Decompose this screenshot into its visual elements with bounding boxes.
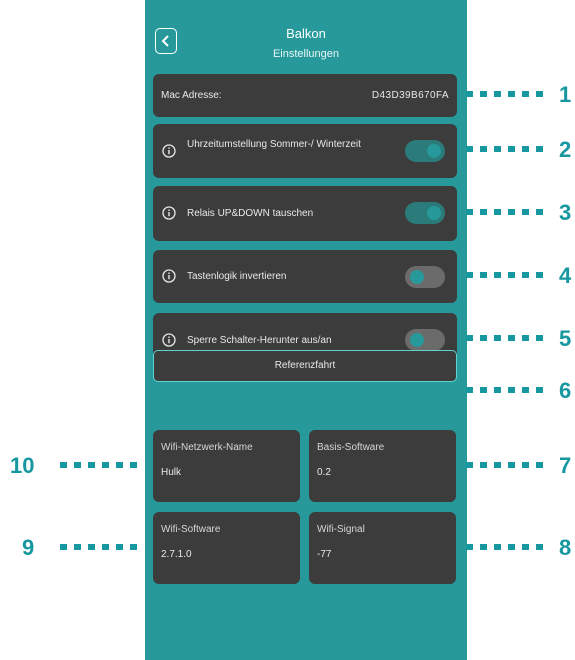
callout-1: 1: [466, 82, 575, 107]
callout-3: 3: [466, 200, 575, 225]
toggle-knob: [410, 333, 424, 347]
callout-dots: [466, 544, 543, 550]
wifi-software-value: 2.7.1.0: [161, 549, 192, 560]
info-circle-icon[interactable]: [162, 333, 176, 347]
callout-dots: [60, 462, 137, 468]
callout-number: 2: [559, 137, 572, 162]
setting-relay-swap: Relais UP&DOWN tauschen: [153, 186, 457, 241]
callout-9: 9: [22, 535, 145, 560]
callout-number: 9: [22, 535, 35, 560]
callout-dots: [466, 462, 543, 468]
phone-screen: Balkon Einstellungen Mac Adresse: D43D39…: [145, 0, 467, 660]
setting-relay-swap-label: Relais UP&DOWN tauschen: [187, 208, 314, 219]
callout-dots: [466, 335, 543, 341]
info-tile-wifi-name: Wifi-Netzwerk-Name Hulk: [153, 430, 300, 502]
toggle-knob: [410, 270, 424, 284]
wifi-name-value: Hulk: [161, 467, 182, 478]
callout-dots: [466, 91, 543, 97]
info-circle-icon[interactable]: [162, 269, 176, 283]
wifi-name-label: Wifi-Netzwerk-Name: [161, 442, 253, 453]
referenzfahrt-button[interactable]: Referenzfahrt: [153, 350, 457, 382]
callout-4: 4: [466, 263, 575, 288]
callout-dots: [466, 272, 543, 278]
callout-dots: [466, 209, 543, 215]
callout-number: 1: [559, 82, 572, 107]
info-circle-icon[interactable]: [162, 206, 176, 220]
toggle-knob: [427, 144, 441, 158]
callout-6: 6: [466, 378, 575, 403]
info-tile-wifi-signal: Wifi-Signal -77: [309, 512, 456, 584]
toggle-invert-keys[interactable]: [405, 266, 445, 288]
callout-dots: [466, 146, 543, 152]
callout-number: 7: [559, 453, 572, 478]
wifi-signal-label: Wifi-Signal: [317, 524, 365, 535]
toggle-dst[interactable]: [405, 140, 445, 162]
base-software-value: 0.2: [317, 467, 331, 478]
callout-number: 3: [559, 200, 572, 225]
header: Balkon Einstellungen: [145, 0, 467, 70]
callout-dots: [466, 387, 543, 393]
toggle-lock-switch[interactable]: [405, 329, 445, 351]
toggle-relay-swap[interactable]: [405, 202, 445, 224]
callout-dots: [60, 544, 137, 550]
callout-number: 5: [559, 326, 572, 351]
callout-number: 8: [559, 535, 572, 560]
info-tile-base-software: Basis-Software 0.2: [309, 430, 456, 502]
wifi-software-label: Wifi-Software: [161, 524, 221, 535]
mac-address-card: Mac Adresse: D43D39B670FA: [153, 74, 457, 117]
callout-number: 4: [559, 263, 572, 288]
toggle-knob: [427, 206, 441, 220]
setting-invert-keys-label: Tastenlogik invertieren: [187, 271, 287, 282]
setting-dst-label: Uhrzeitumstellung Sommer-/ Winterzeit: [187, 139, 361, 150]
info-circle-icon[interactable]: [162, 144, 176, 158]
callout-number: 10: [10, 453, 35, 478]
page-title: Balkon: [286, 26, 326, 41]
mac-address-label: Mac Adresse:: [161, 90, 222, 101]
info-tile-wifi-software: Wifi-Software 2.7.1.0: [153, 512, 300, 584]
setting-lock-switch-label: Sperre Schalter-Herunter aus/an: [187, 335, 332, 346]
callout-5: 5: [466, 326, 575, 351]
callout-2: 2: [466, 137, 575, 162]
callout-8: 8: [466, 535, 575, 560]
setting-dst: Uhrzeitumstellung Sommer-/ Winterzeit: [153, 124, 457, 178]
mac-address-value: D43D39B670FA: [371, 90, 449, 101]
callout-7: 7: [466, 453, 575, 478]
base-software-label: Basis-Software: [317, 442, 385, 453]
callout-10: 10: [10, 453, 145, 478]
setting-invert-keys: Tastenlogik invertieren: [153, 250, 457, 303]
callout-number: 6: [559, 378, 572, 403]
wifi-signal-value: -77: [317, 549, 332, 560]
page-subtitle: Einstellungen: [272, 48, 340, 60]
